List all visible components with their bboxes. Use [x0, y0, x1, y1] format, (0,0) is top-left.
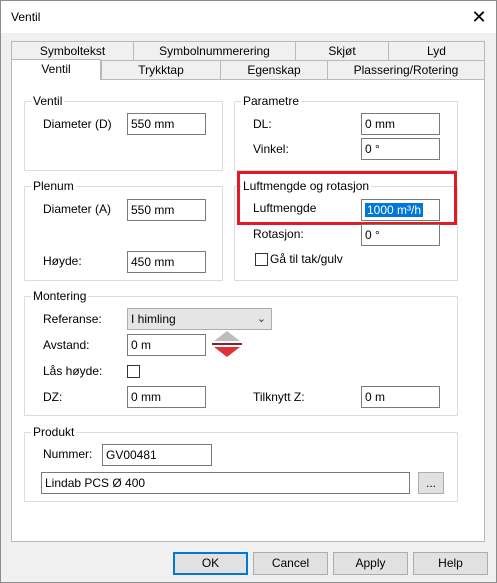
- tab-egenskap[interactable]: Egenskap: [220, 60, 328, 80]
- diameter-a-input[interactable]: 550 mm: [127, 199, 206, 221]
- referanse-dropdown[interactable]: I himling ⌄: [127, 308, 272, 330]
- referanse-label: Referanse:: [43, 312, 102, 326]
- laas-hoyde-label: Lås høyde:: [43, 364, 103, 378]
- tab-symbolnummerering[interactable]: Symbolnummerering: [133, 41, 296, 61]
- ventil-group: Ventil: [24, 94, 223, 171]
- window-title: Ventil: [11, 10, 41, 24]
- produkt-group-title: Produkt: [31, 425, 77, 439]
- produkt-beskrivelse-input[interactable]: Lindab PCS Ø 400: [41, 472, 410, 494]
- nummer-input[interactable]: GV00481: [102, 444, 212, 466]
- luftmengde-value: 1000 m³/h: [365, 203, 424, 217]
- close-icon[interactable]: ✕: [467, 5, 491, 29]
- laas-hoyde-checkbox[interactable]: [127, 365, 140, 378]
- browse-button[interactable]: ...: [418, 472, 444, 494]
- chevron-down-icon: ⌄: [256, 313, 266, 325]
- tab-symboltekst[interactable]: Symboltekst: [11, 41, 134, 61]
- title-bar: Ventil ✕: [1, 1, 496, 33]
- dl-label: DL:: [253, 117, 272, 131]
- luftmengde-label: Luftmengde: [253, 201, 317, 215]
- tab-trykktap[interactable]: Trykktap: [101, 60, 221, 80]
- help-button[interactable]: Help: [413, 552, 488, 575]
- up-down-arrows-icon[interactable]: [210, 330, 244, 358]
- dz-input[interactable]: 0 mm: [127, 386, 206, 408]
- tab-plassering-rotering[interactable]: Plassering/Rotering: [327, 60, 485, 80]
- tab-ventil[interactable]: Ventil: [11, 59, 101, 80]
- montering-group-title: Montering: [31, 289, 89, 303]
- tilknytt-z-input[interactable]: 0 m: [361, 386, 440, 408]
- referanse-value: I himling: [131, 312, 176, 326]
- avstand-label: Avstand:: [43, 338, 90, 352]
- apply-button[interactable]: Apply: [333, 552, 408, 575]
- rotasjon-label: Rotasjon:: [253, 227, 304, 241]
- luftmengde-input[interactable]: 1000 m³/h: [361, 199, 440, 221]
- parametre-group-title: Parametre: [241, 94, 302, 108]
- tab-panel-ventil: Ventil Diameter (D) 550 mm Parametre DL:…: [11, 79, 485, 542]
- dialog-window: Ventil ✕ Symboltekst Symbolnummerering S…: [0, 0, 497, 583]
- ventil-group-title: Ventil: [31, 94, 65, 108]
- parametre-group: Parametre: [234, 94, 458, 171]
- diameter-d-input[interactable]: 550 mm: [127, 113, 206, 135]
- gaa-til-tak-gulv-checkbox[interactable]: [255, 253, 268, 266]
- hoyde-input[interactable]: 450 mm: [127, 251, 206, 273]
- tilknytt-z-label: Tilknytt Z:: [253, 390, 305, 404]
- tab-lyd[interactable]: Lyd: [388, 41, 485, 61]
- diameter-a-label: Diameter (A): [43, 202, 112, 216]
- ok-button[interactable]: OK: [173, 552, 248, 575]
- diameter-d-label: Diameter (D): [43, 117, 112, 131]
- rotasjon-input[interactable]: 0 °: [361, 224, 440, 246]
- cancel-button[interactable]: Cancel: [253, 552, 328, 575]
- dl-input[interactable]: 0 mm: [361, 113, 440, 135]
- dz-label: DZ:: [43, 390, 63, 404]
- vinkel-label: Vinkel:: [253, 142, 289, 156]
- gaa-til-tak-gulv-label: Gå til tak/gulv: [270, 252, 343, 266]
- hoyde-label: Høyde:: [43, 254, 82, 268]
- vinkel-input[interactable]: 0 °: [361, 138, 440, 160]
- avstand-input[interactable]: 0 m: [127, 334, 206, 356]
- nummer-label: Nummer:: [43, 447, 93, 461]
- tab-skjot[interactable]: Skjøt: [295, 41, 389, 61]
- plenum-group-title: Plenum: [31, 179, 76, 193]
